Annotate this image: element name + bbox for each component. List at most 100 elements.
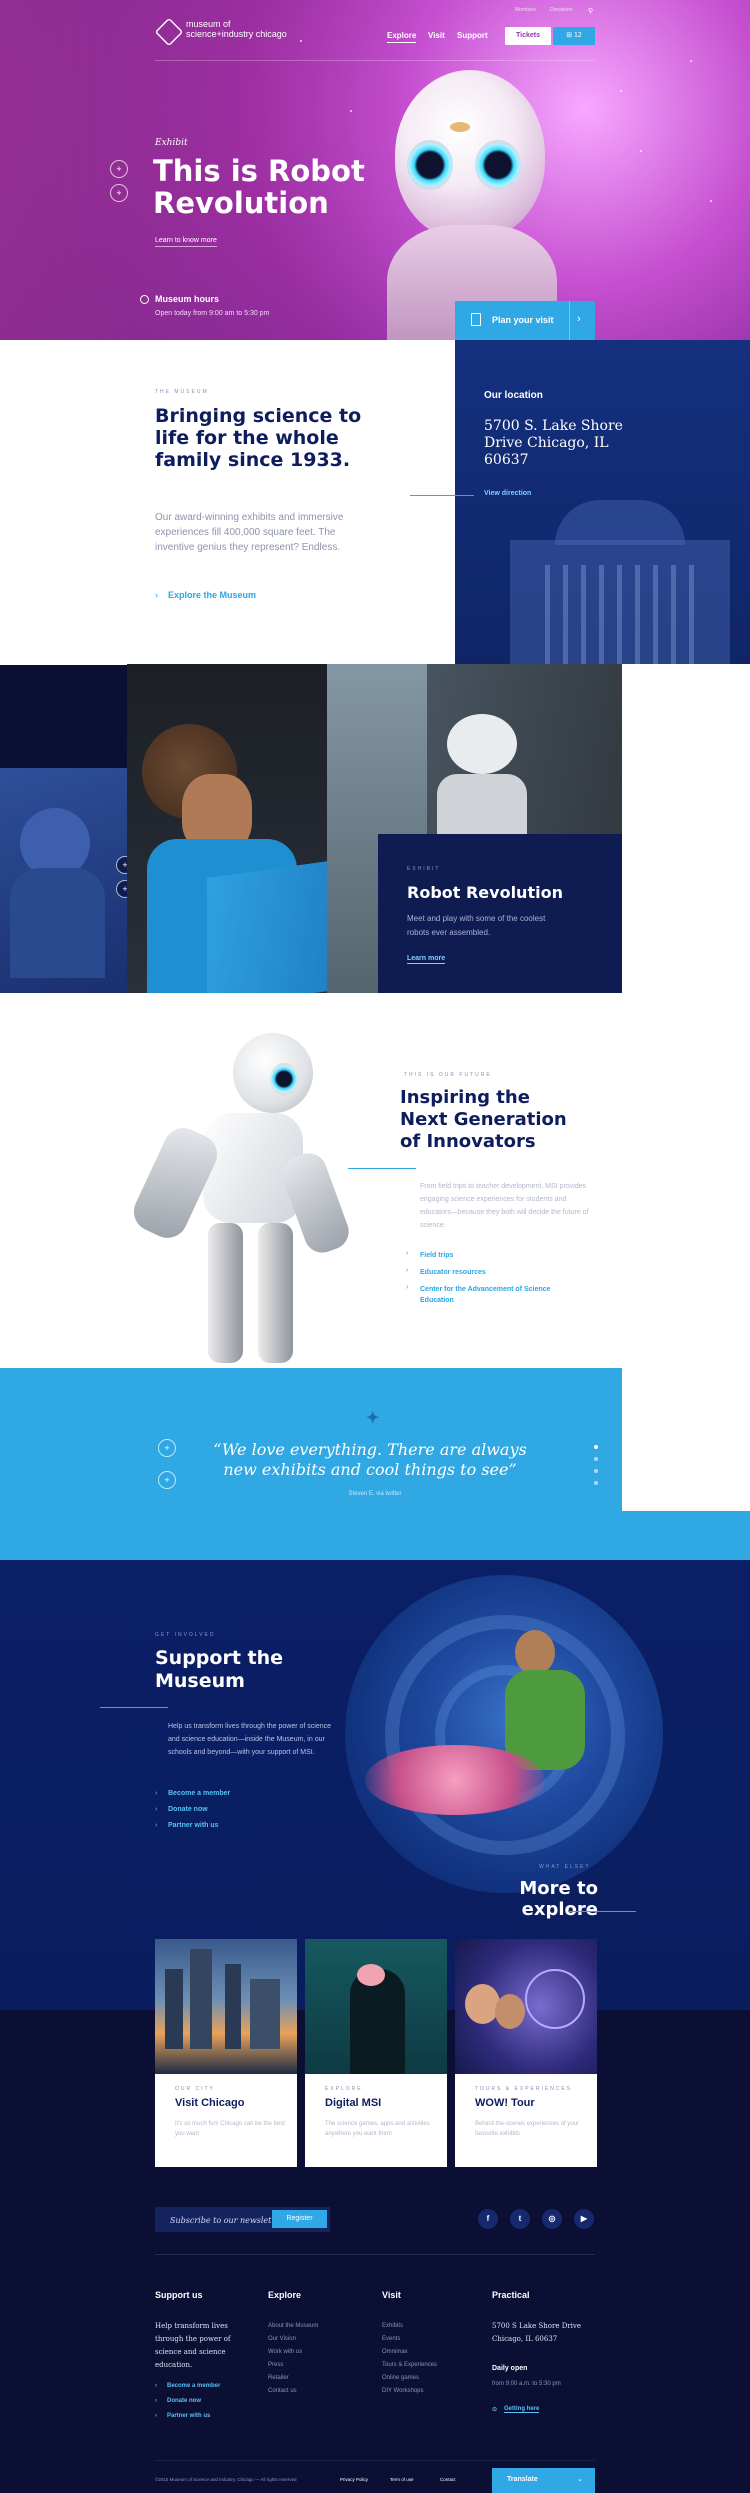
footer-link[interactable]: About the Museum — [268, 2320, 318, 2333]
cart-button[interactable]: ⊞ 12 — [553, 27, 595, 45]
nav-support[interactable]: Support — [457, 31, 488, 40]
more-title: More to explore — [519, 1878, 598, 1920]
divider — [155, 2254, 595, 2255]
privacy-link[interactable]: Privacy Policy — [340, 2477, 368, 2482]
plus-icon[interactable]: + — [158, 1471, 176, 1489]
plus-icon[interactable]: + — [110, 184, 128, 202]
chevron-right-icon: › — [406, 1267, 409, 1274]
terms-link[interactable]: Term of use — [390, 2477, 414, 2482]
instagram-icon[interactable]: ◎ — [542, 2209, 562, 2229]
chevron-right-icon: › — [577, 313, 581, 325]
robot-image — [127, 1033, 354, 1363]
location-pin-icon: ⊙ — [492, 2407, 498, 2413]
footer-link[interactable]: Press — [268, 2359, 318, 2372]
nav-visit[interactable]: Visit — [428, 31, 445, 40]
rr-learn-more-link[interactable]: Learn more — [407, 955, 446, 964]
facebook-icon[interactable]: f — [478, 2209, 498, 2229]
quote-author: Steven E. via twitter — [348, 1491, 402, 1497]
innov-body: From field trips to teacher development,… — [420, 1183, 589, 1229]
footer-link[interactable]: Retailer — [268, 2372, 318, 2385]
getting-here-link[interactable]: Getting here — [504, 2406, 540, 2413]
card-title: Digital MSI — [325, 2097, 382, 2109]
footer-donate-now[interactable]: Donate now — [167, 2398, 201, 2404]
footer-support-text: Help transform lives through the power o… — [155, 2322, 231, 2369]
museum-body: Our award-winning exhibits and immersive… — [155, 512, 344, 553]
twitter-icon[interactable]: t — [510, 2209, 530, 2229]
innov-title: Inspiring the Next Generation of Innovat… — [400, 1087, 567, 1152]
footer-link[interactable]: Omnimax — [382, 2346, 437, 2359]
footer-partner[interactable]: Partner with us — [167, 2413, 210, 2419]
divider — [410, 495, 474, 496]
innov-eyebrow: THIS IS OUR FUTURE — [404, 1072, 492, 1078]
kid-photo-image: + + — [0, 768, 134, 993]
rr-eyebrow: EXHIBIT — [407, 866, 441, 872]
educator-resources-link[interactable]: Educator resources — [420, 1267, 486, 1278]
chicago-image — [155, 1939, 297, 2074]
hours-title: Museum hours — [155, 294, 220, 304]
footer-link[interactable]: Contact us — [268, 2385, 318, 2398]
partner-link[interactable]: Partner with us — [168, 1822, 219, 1829]
footer-explore-title: Explore — [268, 2290, 302, 2300]
donate-now-link[interactable]: Donate now — [168, 1806, 208, 1813]
card-wow-tour[interactable]: TOURS & EXPERIENCES WOW! Tour Behind-the… — [455, 1939, 597, 2167]
footer-become-member[interactable]: Become a member — [167, 2383, 220, 2389]
divider — [155, 60, 595, 61]
plus-icon[interactable]: + — [158, 1439, 176, 1457]
spacer — [0, 1511, 750, 1560]
footer-link[interactable]: Tours & Experiences — [382, 2359, 437, 2372]
plan-visit-button[interactable]: Plan your visit › — [455, 301, 595, 340]
field-trips-link[interactable]: Field trips — [420, 1250, 453, 1261]
footer-explore-list: About the Museum Our Vision Work with us… — [268, 2320, 318, 2398]
hero-title: This is Robot Revolution — [153, 154, 365, 220]
support-text: Help us transform lives through the powe… — [168, 1723, 332, 1756]
chevron-right-icon: › — [155, 1806, 158, 1813]
support-eyebrow: GET INVOLVED — [155, 1632, 216, 1638]
translate-label: Translate — [507, 2476, 538, 2483]
footer-practical-address: 5700 S Lake Shore Drive Chicago, IL 6063… — [492, 2322, 582, 2343]
translate-button[interactable]: Translate ⌄ — [492, 2468, 595, 2493]
chevron-right-icon: › — [155, 590, 158, 600]
newsletter-input[interactable]: Subscribe to our newsletter — [170, 2216, 283, 2225]
plus-icon[interactable]: + — [110, 160, 128, 178]
carousel-dots[interactable] — [594, 1445, 600, 1495]
footer-link[interactable]: Work with us — [268, 2346, 318, 2359]
museum-section — [0, 340, 455, 665]
logo-text[interactable]: museum of science+industry chicago — [186, 19, 296, 39]
util-link-donations[interactable]: Donations — [550, 7, 573, 13]
chevron-right-icon: › — [406, 1250, 409, 1257]
center-advancement-link[interactable]: Center for the Advancement of Science Ed… — [420, 1284, 560, 1306]
card-digital-msi[interactable]: EXPLORE Digital MSI The science games, a… — [305, 1939, 447, 2167]
register-button[interactable]: Register — [272, 2210, 327, 2228]
util-link-members[interactable]: Members — [515, 7, 536, 13]
contact-link[interactable]: Contact — [440, 2477, 456, 2482]
footer-link[interactable]: Exhibits — [382, 2320, 437, 2333]
rr-text: Meet and play with some of the coolest r… — [407, 914, 546, 937]
youtube-icon[interactable]: ▶ — [574, 2209, 594, 2229]
spacer — [622, 664, 750, 993]
nautilus-image — [345, 1575, 663, 1893]
become-member-link[interactable]: Become a member — [168, 1790, 230, 1797]
card-title: Visit Chicago — [175, 2097, 245, 2109]
chevron-right-icon: › — [155, 2398, 157, 2404]
quote-text: “We love everything. There are always ne… — [213, 1440, 527, 1479]
card-eyebrow: OUR CITY — [175, 2086, 215, 2092]
footer-link[interactable]: DIY Workshops — [382, 2385, 437, 2398]
card-title: WOW! Tour — [475, 2097, 535, 2109]
location-panel — [455, 340, 750, 665]
hero-link[interactable]: Learn to know more — [155, 237, 217, 247]
location-title: Our location — [484, 390, 543, 401]
digital-msi-image — [305, 1939, 447, 2074]
view-direction-link[interactable]: View direction — [484, 490, 531, 497]
footer-link[interactable]: Online games — [382, 2372, 437, 2385]
chevron-right-icon: › — [155, 1822, 158, 1829]
chevron-right-icon: › — [155, 2413, 157, 2419]
card-visit-chicago[interactable]: OUR CITY Visit Chicago It's so much fun!… — [155, 1939, 297, 2167]
nav-explore[interactable]: Explore — [387, 31, 417, 43]
footer-link[interactable]: Events — [382, 2333, 437, 2346]
chevron-right-icon: › — [406, 1284, 409, 1291]
explore-museum-link[interactable]: Explore the Museum — [168, 590, 256, 600]
tickets-button[interactable]: Tickets — [505, 27, 551, 45]
footer-link[interactable]: Our Vision — [268, 2333, 318, 2346]
search-icon[interactable]: ⚲ — [588, 7, 593, 15]
card-text: It's so much fun! Chicago can be the bes… — [175, 2121, 285, 2137]
